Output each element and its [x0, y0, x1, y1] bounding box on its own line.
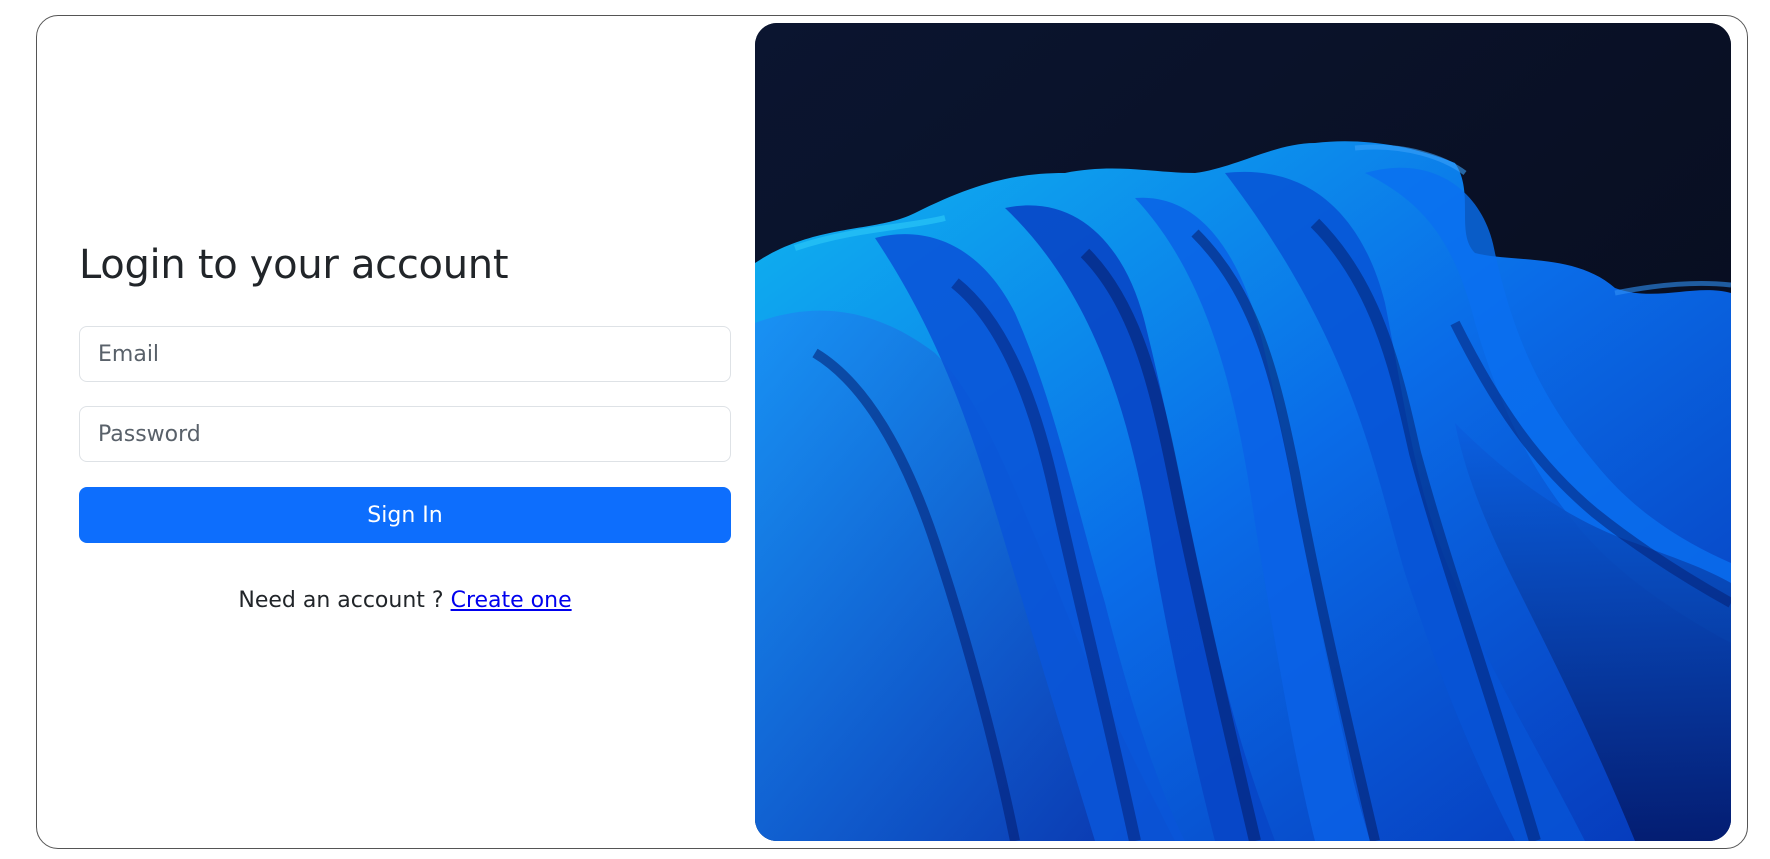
- signup-prompt-row: Need an account ? Create one: [79, 586, 731, 616]
- create-account-link[interactable]: Create one: [451, 588, 572, 613]
- signup-prompt-text: Need an account ?: [238, 588, 444, 613]
- login-card: Login to your account Sign In Need an ac…: [36, 15, 1748, 849]
- password-field[interactable]: [79, 406, 731, 462]
- page-title: Login to your account: [79, 242, 509, 288]
- email-field[interactable]: [79, 326, 731, 382]
- signin-button[interactable]: Sign In: [79, 487, 731, 543]
- login-form: Login to your account Sign In Need an ac…: [79, 16, 731, 848]
- abstract-blue-waves-image: [755, 23, 1731, 841]
